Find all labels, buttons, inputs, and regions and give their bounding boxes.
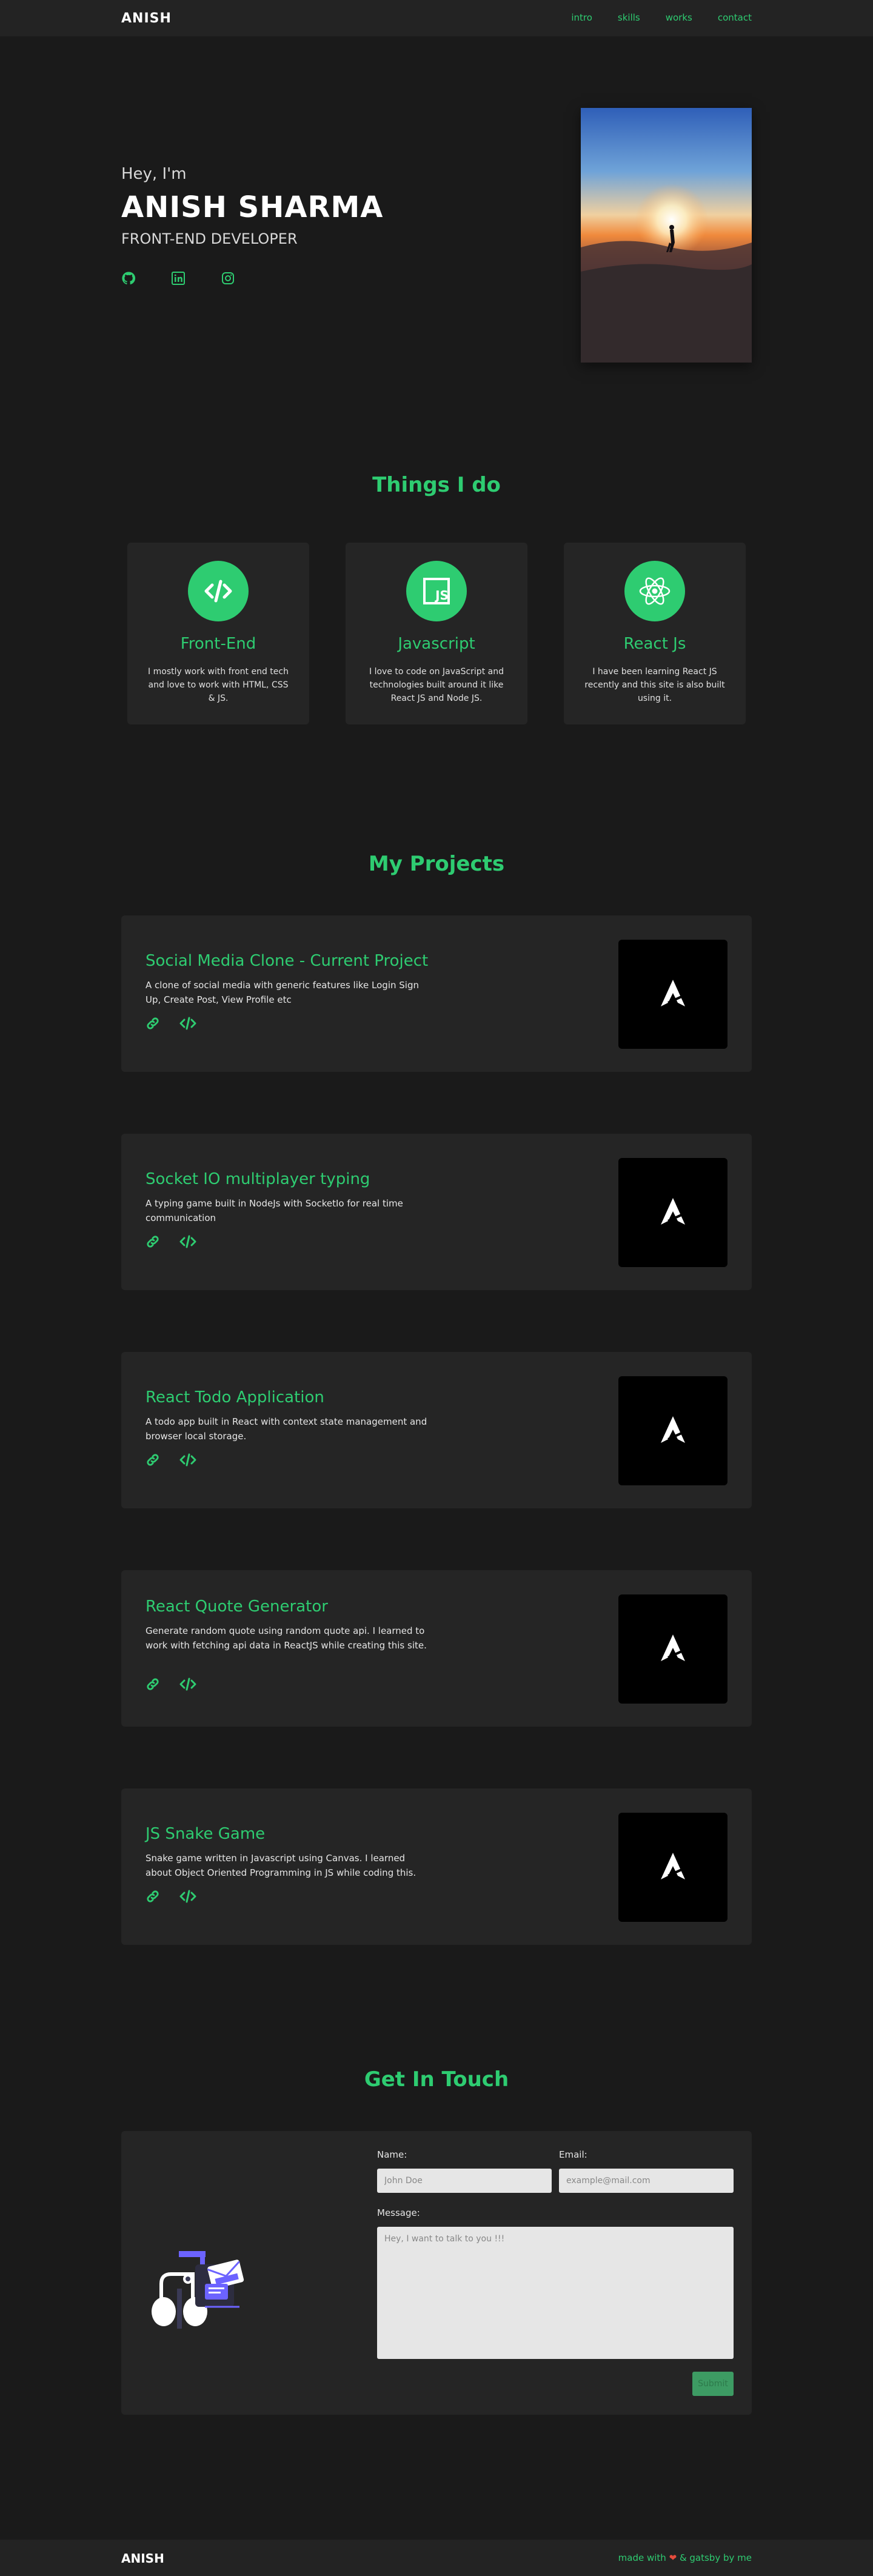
skill-desc: I love to code on JavaScript and technol…	[369, 667, 504, 703]
skills-title: Things I do	[372, 473, 501, 497]
project-card: Socket IO multiplayer typing A typing ga…	[121, 1134, 752, 1290]
skill-title: Front-End	[180, 635, 256, 653]
code-icon	[188, 561, 249, 621]
nav-logo[interactable]: ANISH	[121, 11, 172, 26]
project-links	[146, 1889, 196, 1906]
skill-card-frontend: Front-End I mostly work with front end t…	[127, 543, 309, 724]
skill-title: React Js	[623, 635, 686, 653]
hero-greeting: Hey, I'm	[121, 165, 187, 183]
email-input[interactable]	[559, 2169, 734, 2193]
github-icon[interactable]	[121, 271, 136, 286]
code-icon[interactable]	[179, 1016, 196, 1033]
project-card: React Todo Application A todo app built …	[121, 1352, 752, 1508]
link-icon[interactable]	[146, 1016, 160, 1033]
project-desc: A clone of social media with generic fea…	[146, 980, 419, 1005]
name-label: Name:	[377, 2149, 407, 2160]
skill-desc: I mostly work with front end tech and lo…	[148, 667, 289, 703]
nav-link-intro[interactable]: intro	[571, 12, 592, 23]
code-icon[interactable]	[179, 1677, 196, 1694]
submit-button[interactable]: Submit	[692, 2372, 734, 2396]
nav-link-skills[interactable]: skills	[618, 12, 640, 23]
message-label: Message:	[377, 2207, 420, 2218]
footer-credit: made with ❤ & gatsby by me	[618, 2552, 752, 2563]
code-icon[interactable]	[179, 1234, 196, 1251]
project-desc: Snake game written in Javascript using C…	[146, 1853, 416, 1878]
project-links	[146, 1234, 196, 1251]
footer-made-prefix: made with	[618, 2552, 666, 2563]
nav-links: intro skills works contact	[571, 12, 752, 23]
project-title: Social Media Clone - Current Project	[146, 952, 429, 970]
project-desc: A todo app built in React with context s…	[146, 1416, 427, 1442]
social-links	[121, 271, 235, 286]
skill-desc: I have been learning React JS recently a…	[584, 667, 725, 703]
footer-made-suffix: & gatsby by me	[679, 2552, 752, 2563]
project-card: Social Media Clone - Current Project A c…	[121, 915, 752, 1072]
project-links	[146, 1677, 196, 1694]
project-thumbnail	[618, 1158, 728, 1267]
project-thumbnail	[618, 1594, 728, 1704]
react-icon	[624, 561, 685, 621]
project-thumbnail	[618, 1376, 728, 1485]
instagram-icon[interactable]	[221, 271, 235, 286]
project-card: React Quote Generator Generate random qu…	[121, 1570, 752, 1727]
linkedin-icon[interactable]	[171, 271, 186, 286]
hero-role: FRONT-END DEVELOPER	[121, 230, 298, 247]
mailbox-illustration	[139, 2216, 273, 2337]
project-title: Socket IO multiplayer typing	[146, 1170, 370, 1188]
project-card: JS Snake Game Snake game written in Java…	[121, 1788, 752, 1945]
nav-link-works[interactable]: works	[666, 12, 692, 23]
project-title: JS Snake Game	[146, 1825, 266, 1843]
skill-card-react: React Js I have been learning React JS r…	[564, 543, 746, 724]
hero-name: ANISH SHARMA	[121, 190, 384, 224]
projects-title: My Projects	[368, 852, 505, 876]
skill-card-javascript: JS Javascript I love to code on JavaScri…	[346, 543, 527, 724]
link-icon[interactable]	[146, 1453, 160, 1470]
top-navbar: ANISH intro skills works contact	[0, 0, 873, 36]
code-icon[interactable]	[179, 1889, 196, 1906]
link-icon[interactable]	[146, 1677, 160, 1694]
heart-icon: ❤	[669, 2552, 677, 2563]
contact-title: Get In Touch	[364, 2067, 509, 2092]
js-icon: JS	[406, 561, 467, 621]
project-thumbnail	[618, 940, 728, 1049]
link-icon[interactable]	[146, 1234, 160, 1251]
skill-title: Javascript	[398, 635, 475, 653]
project-desc: A typing game built in NodeJs with Socke…	[146, 1198, 403, 1223]
project-links	[146, 1453, 196, 1470]
footer: ANISH made with ❤ & gatsby by me	[0, 2540, 873, 2576]
project-links	[146, 1016, 196, 1033]
contact-card: Name: Email: Message: Submit	[121, 2131, 752, 2415]
svg-text:JS: JS	[434, 588, 449, 603]
hero-photo	[581, 108, 752, 363]
nav-link-contact[interactable]: contact	[718, 12, 752, 23]
footer-logo[interactable]: ANISH	[121, 2551, 164, 2566]
link-icon[interactable]	[146, 1889, 160, 1906]
project-thumbnail	[618, 1813, 728, 1922]
name-input[interactable]	[377, 2169, 552, 2193]
project-title: React Quote Generator	[146, 1597, 328, 1616]
project-desc: Generate random quote using random quote…	[146, 1625, 427, 1651]
email-label: Email:	[559, 2149, 587, 2160]
project-title: React Todo Application	[146, 1388, 324, 1407]
code-icon[interactable]	[179, 1453, 196, 1470]
message-textarea[interactable]	[377, 2227, 734, 2359]
